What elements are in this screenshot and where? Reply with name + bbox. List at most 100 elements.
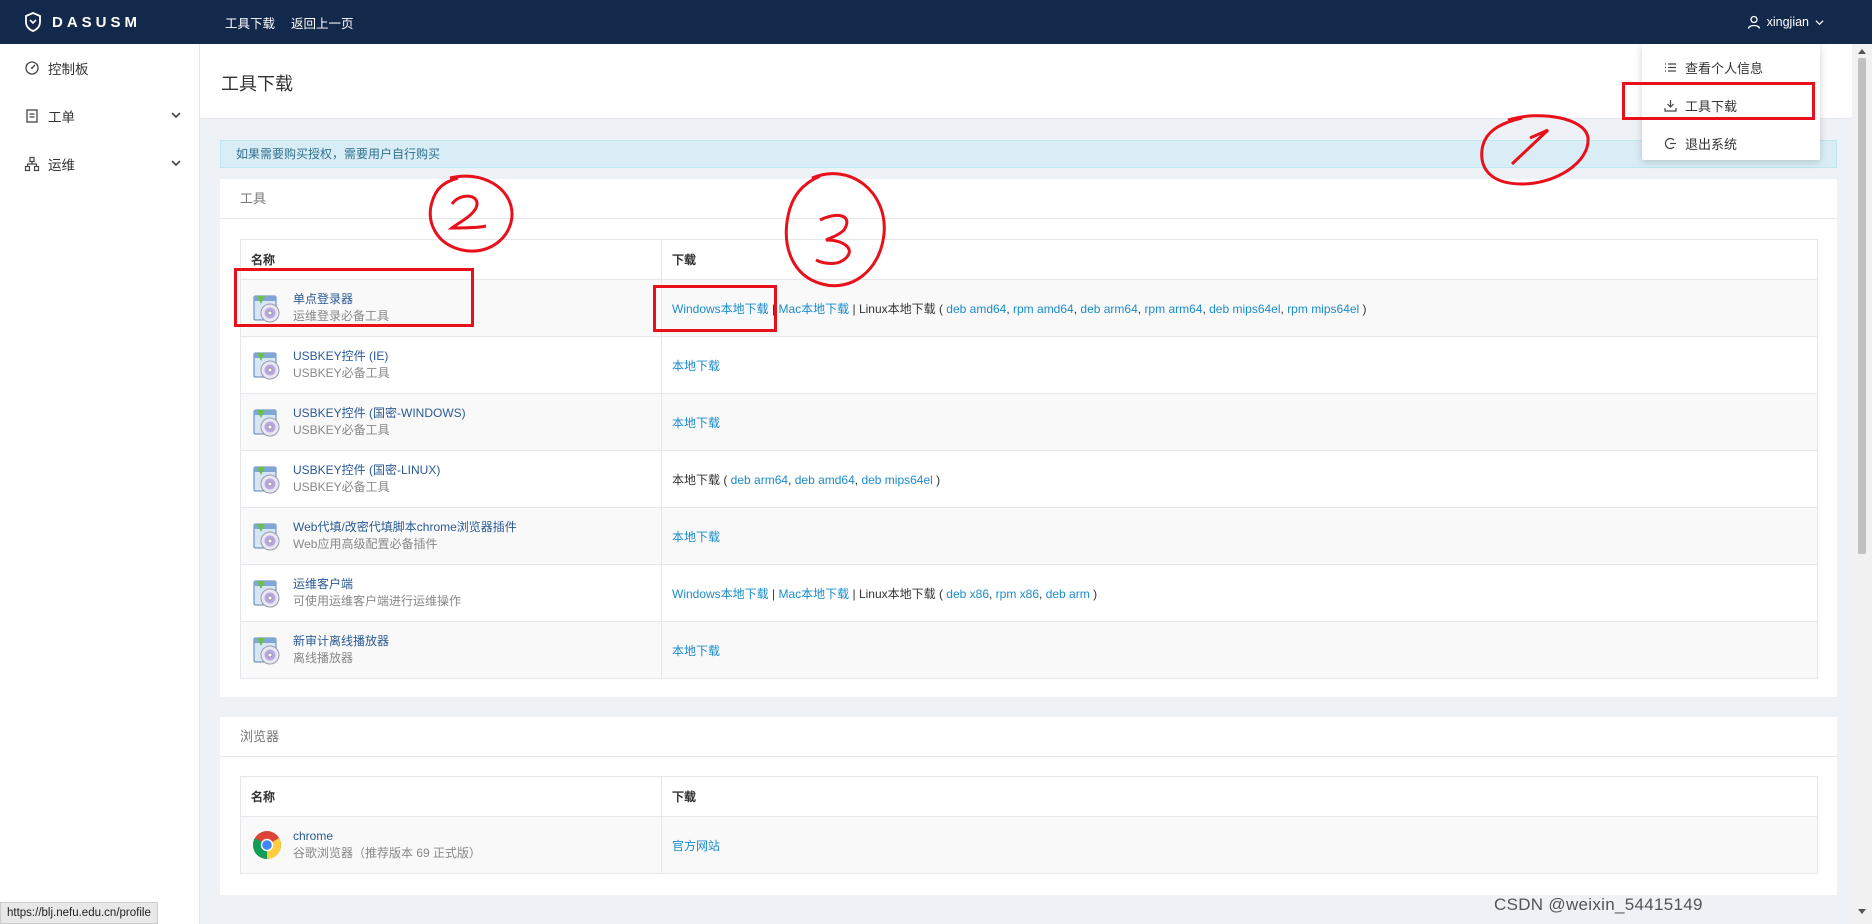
download-link[interactable]: 本地下载 [672, 359, 720, 373]
download-link[interactable]: deb mips64el [861, 473, 932, 487]
vertical-scrollbar[interactable] [1852, 44, 1872, 924]
page-title: 工具下载 [221, 74, 293, 94]
tool-description: USBKEY必备工具 [293, 366, 390, 380]
download-link[interactable]: rpm mips64el [1287, 302, 1359, 316]
sidebar-item-label: 控制板 [48, 62, 89, 77]
browser-panel: 浏览器 名称 下载 chrome 谷歌浏览器（推荐版本 69 正式版） 官方网站 [220, 717, 1837, 895]
tool-item: USBKEY控件 (国密-LINUX) USBKEY必备工具 [251, 462, 661, 496]
table-row: USBKEY控件 (国密-LINUX) USBKEY必备工具 本地下载 ( deb … [240, 450, 1818, 508]
table-row: USBKEY控件 (IE) USBKEY必备工具 本地下载 [240, 336, 1818, 394]
name-cell: USBKEY控件 (国密-LINUX) USBKEY必备工具 [240, 450, 662, 508]
download-text: 本地下载 ( [672, 472, 731, 487]
annotation-box-menu [1622, 82, 1815, 120]
menu-item-label: 查看个人信息 [1685, 60, 1764, 76]
download-link[interactable]: deb amd64 [795, 473, 855, 487]
page-header: 工具下载 [200, 44, 1852, 119]
download-link[interactable]: deb arm64 [1080, 302, 1137, 316]
download-link[interactable]: Windows本地下载 [672, 587, 769, 601]
download-link[interactable]: rpm arm64 [1144, 302, 1202, 316]
tool-description: Web应用高级配置必备插件 [293, 537, 438, 551]
column-header-download: 下载 [661, 776, 1818, 817]
download-link[interactable]: 本地下载 [672, 644, 720, 658]
download-link[interactable]: deb arm [1046, 587, 1090, 601]
download-link[interactable]: Mac本地下载 [778, 302, 849, 316]
download-cell: 本地下载 [661, 393, 1818, 451]
download-text: | Linux本地下载 ( [849, 586, 947, 601]
brand-logo[interactable]: DASUSM [24, 0, 141, 44]
panel-title: 工具 [220, 179, 1837, 219]
scroll-up-icon[interactable] [1857, 47, 1867, 55]
download-link[interactable]: 本地下载 [672, 530, 720, 544]
sidebar: 控制板 工单 运维 [0, 44, 200, 924]
sidebar-item-ticket[interactable]: 工单 [0, 92, 199, 140]
download-text: ) [1359, 301, 1367, 316]
tool-description: 可使用运维客户端进行运维操作 [293, 594, 462, 608]
tools-panel: 工具 名称 下载 单点登录器 运维登录必备工具 Windows本地下载 | Mac本… [220, 179, 1837, 697]
table-row: chrome 谷歌浏览器（推荐版本 69 正式版） 官方网站 [240, 816, 1818, 874]
download-link[interactable]: 官方网站 [672, 839, 720, 853]
table-row: USBKEY控件 (国密-WINDOWS) USBKEY必备工具 本地下载 [240, 393, 1818, 451]
tools-table-body: 单点登录器 运维登录必备工具 Windows本地下载 | Mac本地下载 | Lin… [240, 279, 1818, 679]
sidebar-item-label: 工单 [48, 110, 75, 125]
tools-table: 名称 下载 单点登录器 运维登录必备工具 Windows本地下载 | Mac本地下载… [240, 239, 1818, 679]
ticket-icon [24, 108, 40, 124]
download-text: | [768, 586, 779, 601]
scroll-down-icon[interactable] [1857, 908, 1867, 916]
dashboard-icon [24, 60, 40, 76]
username: xingjian [1766, 15, 1809, 29]
tool-item: chrome 谷歌浏览器（推荐版本 69 正式版） [251, 828, 661, 862]
name-cell: chrome 谷歌浏览器（推荐版本 69 正式版） [240, 816, 662, 874]
download-link[interactable]: Mac本地下载 [778, 587, 849, 601]
tool-name: chrome [293, 829, 334, 843]
download-text: , [1006, 301, 1014, 316]
table-row: Web代填/改密代填脚本chrome浏览器插件 Web应用高级配置必备插件 本地下载 [240, 507, 1818, 565]
nav-tool-download[interactable]: 工具下载 [225, 13, 275, 32]
list-icon [1664, 61, 1677, 74]
name-cell: Web代填/改密代填脚本chrome浏览器插件 Web应用高级配置必备插件 [240, 507, 662, 565]
chevron-down-icon [171, 160, 181, 167]
installer-icon [253, 523, 280, 551]
main-content: 工具下载 如果需要购买授权，需要用户自行购买 工具 名称 下载 单点登录器 运维登… [200, 44, 1852, 924]
download-link[interactable]: deb amd64 [946, 302, 1006, 316]
download-link[interactable]: rpm x86 [996, 587, 1039, 601]
download-cell: 本地下载 [661, 336, 1818, 394]
download-link[interactable]: 本地下载 [672, 416, 720, 430]
name-cell: 运维客户端 可使用运维客户端进行运维操作 [240, 564, 662, 622]
download-link[interactable]: rpm amd64 [1013, 302, 1074, 316]
shield-logo-icon [25, 12, 41, 32]
annotation-box-sso [234, 268, 474, 327]
tool-item: 新审计离线播放器 离线播放器 [251, 633, 661, 667]
download-text: ) [1089, 586, 1098, 601]
download-link[interactable]: deb mips64el [1209, 302, 1280, 316]
sitemap-icon [24, 156, 40, 172]
browser-table-body: chrome 谷歌浏览器（推荐版本 69 正式版） 官方网站 [240, 816, 1818, 874]
installer-icon [253, 637, 280, 665]
user-menu-toggle[interactable]: xingjian [1747, 0, 1824, 44]
download-cell: 本地下载 [661, 621, 1818, 679]
chevron-down-icon [171, 112, 181, 119]
brand-name: DASUSM [52, 13, 142, 31]
download-text: | Linux本地下载 ( [849, 301, 947, 316]
top-nav: 工具下载 返回上一页 [225, 0, 354, 44]
menu-item-profile[interactable]: 查看个人信息 [1642, 48, 1820, 86]
scrollbar-thumb[interactable] [1858, 58, 1866, 554]
installer-icon [253, 409, 280, 437]
column-header-name: 名称 [240, 776, 662, 817]
table-row: 单点登录器 运维登录必备工具 Windows本地下载 | Mac本地下载 | Lin… [240, 279, 1818, 337]
menu-item-logout[interactable]: 退出系统 [1642, 124, 1820, 162]
installer-icon [253, 580, 280, 608]
download-link[interactable]: deb x86 [946, 587, 989, 601]
tool-item: USBKEY控件 (IE) USBKEY必备工具 [251, 348, 661, 382]
sidebar-item-label: 运维 [48, 158, 75, 173]
sidebar-item-ops[interactable]: 运维 [0, 140, 199, 188]
table-row: 新审计离线播放器 离线播放器 本地下载 [240, 621, 1818, 679]
name-cell: USBKEY控件 (国密-WINDOWS) USBKEY必备工具 [240, 393, 662, 451]
nav-back[interactable]: 返回上一页 [291, 13, 354, 32]
download-link[interactable]: deb arm64 [731, 473, 788, 487]
tool-item: USBKEY控件 (国密-WINDOWS) USBKEY必备工具 [251, 405, 661, 439]
installer-icon [253, 352, 280, 380]
annotation-box-windows [653, 285, 777, 332]
tool-name: USBKEY控件 (国密-LINUX) [293, 463, 441, 477]
notice-alert: 如果需要购买授权，需要用户自行购买 [220, 140, 1837, 168]
sidebar-item-dashboard[interactable]: 控制板 [0, 44, 199, 92]
